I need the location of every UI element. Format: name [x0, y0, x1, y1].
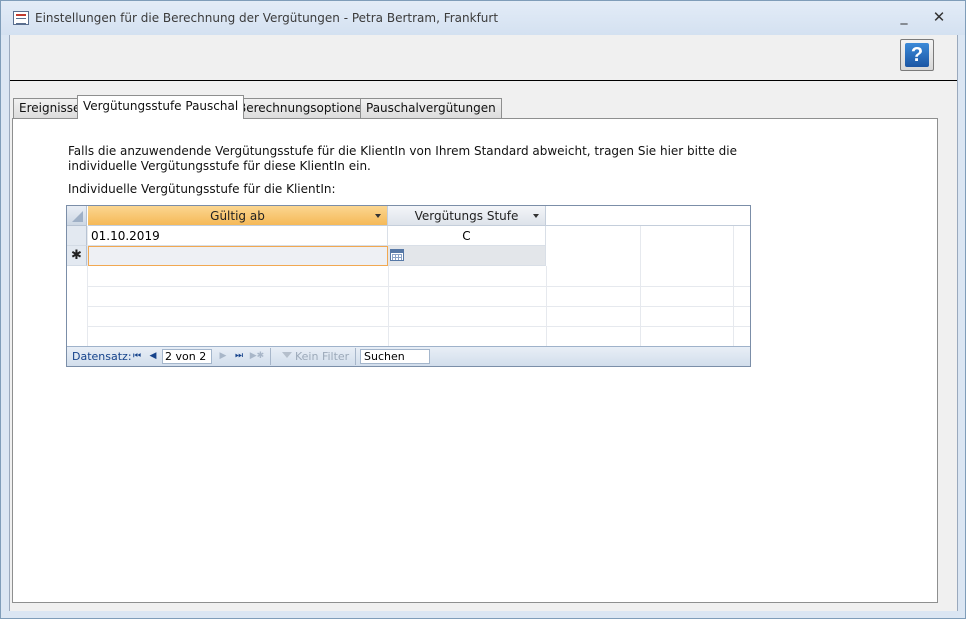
column-header-gueltig-ab[interactable]: Gültig ab: [88, 206, 388, 226]
subform-label: Individuelle Vergütungsstufe für die Kli…: [68, 182, 336, 196]
search-input[interactable]: Suchen: [360, 349, 430, 364]
grid-line: [640, 226, 641, 346]
grid-line: [388, 266, 389, 346]
help-icon: ?: [905, 43, 929, 67]
grid-line: [546, 266, 547, 346]
column-header-verguetungs-stufe[interactable]: Vergütungs Stufe: [388, 206, 546, 226]
dropdown-arrow-icon[interactable]: [375, 214, 381, 218]
row-selector[interactable]: [67, 226, 87, 246]
grid-line: [88, 326, 750, 327]
new-record-marker[interactable]: ✱: [67, 246, 87, 266]
previous-record-button[interactable]: ◀: [146, 349, 160, 363]
column-header-label: Vergütungs Stufe: [414, 209, 519, 223]
record-label: Datensatz:: [72, 350, 132, 363]
select-all-button[interactable]: [67, 206, 87, 226]
app-window: Einstellungen für die Berechnung der Ver…: [0, 0, 966, 619]
divider: [270, 348, 271, 365]
form-content: ? Ereignisse Vergütungsstufe Pauschal Be…: [9, 35, 958, 611]
tab-ereignisse[interactable]: Ereignisse: [13, 98, 87, 118]
tab-pauschalverguetungen[interactable]: Pauschalvergütungen: [360, 98, 502, 118]
column-header-label: Gültig ab: [210, 209, 265, 223]
grid-line: [87, 226, 88, 346]
filter-toggle[interactable]: Kein Filter: [278, 348, 354, 365]
current-record-field[interactable]: 2 von 2: [162, 349, 212, 364]
form-icon: [13, 11, 29, 25]
help-button[interactable]: ?: [900, 39, 934, 71]
next-record-button[interactable]: ▶: [216, 349, 230, 363]
minimize-button[interactable]: _: [891, 7, 917, 27]
info-text: Falls die anzuwendende Vergütungsstufe f…: [68, 144, 737, 173]
new-row-gueltig-ab-input[interactable]: [88, 246, 388, 266]
tab-panel: Falls die anzuwendende Vergütungsstufe f…: [12, 118, 938, 603]
form-header: ?: [10, 35, 957, 81]
record-navigation-bar: Datensatz: ⏮ ◀ 2 von 2 ▶ ⏭ ▶✱ Kein Filte…: [67, 346, 750, 366]
title-bar: Einstellungen für die Berechnung der Ver…: [1, 1, 965, 35]
grid-line: [88, 286, 750, 287]
tab-berechnungsoptionen[interactable]: Berechnungsoptionen: [232, 98, 376, 118]
filter-icon: [282, 352, 292, 361]
verguetungsstufe-datasheet: Gültig ab Vergütungs Stufe 01.10.2019 C …: [66, 205, 751, 367]
grid-line: [88, 306, 750, 307]
divider: [355, 348, 356, 365]
tab-verguetungsstufe-pauschal[interactable]: Vergütungsstufe Pauschal: [77, 95, 245, 119]
filter-label: Kein Filter: [295, 350, 350, 363]
window-title: Einstellungen für die Berechnung der Ver…: [35, 11, 499, 25]
new-row-verguetungs-stufe-input[interactable]: [388, 246, 546, 266]
close-button[interactable]: ✕: [926, 7, 952, 27]
new-record-button[interactable]: ▶✱: [248, 349, 266, 363]
cell-verguetungs-stufe[interactable]: C: [388, 226, 546, 246]
dropdown-arrow-icon[interactable]: [533, 214, 539, 218]
last-record-button[interactable]: ⏭: [232, 349, 246, 363]
grid-line: [733, 226, 734, 346]
first-record-button[interactable]: ⏮: [130, 349, 144, 363]
cell-gueltig-ab[interactable]: 01.10.2019: [88, 226, 388, 246]
date-picker-icon[interactable]: [390, 249, 404, 261]
column-header-empty: [546, 206, 750, 226]
